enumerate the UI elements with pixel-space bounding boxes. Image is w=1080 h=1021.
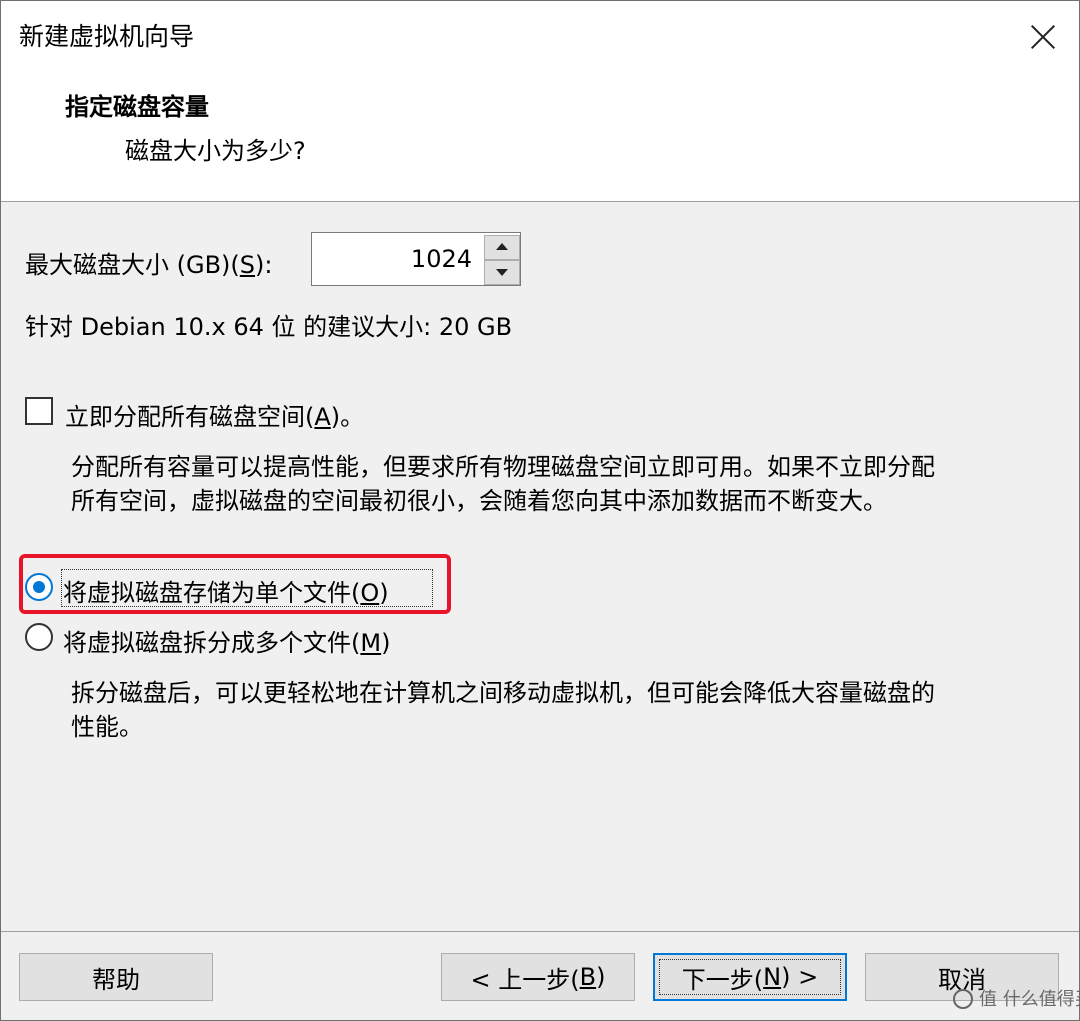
back-button-suffix: ) xyxy=(596,963,606,991)
window-title: 新建虚拟机向导 xyxy=(19,22,195,51)
next-button-accesskey: N xyxy=(763,963,782,991)
back-button[interactable]: < 上一步(B) xyxy=(441,953,635,1001)
next-button[interactable]: 下一步(N) > xyxy=(653,953,847,1001)
disk-size-label-text: 最大磁盘大小 (GB)( xyxy=(25,251,240,279)
disk-size-spinner xyxy=(311,232,521,286)
disk-size-accesskey: S xyxy=(239,251,256,279)
help-button[interactable]: 帮助 xyxy=(19,953,213,1001)
split-files-label-suffix: ) xyxy=(381,629,391,657)
footer-divider xyxy=(1,931,1079,932)
allocate-all-desc-line1: 分配所有容量可以提高性能，但要求所有物理磁盘空间立即可用。如果不立即分配 xyxy=(71,453,935,481)
close-icon[interactable] xyxy=(1021,15,1065,59)
recommended-size-text: 针对 Debian 10.x 64 位 的建议大小: 20 GB xyxy=(25,313,513,341)
split-files-label-text: 将虚拟磁盘拆分成多个文件( xyxy=(63,629,361,657)
disk-size-label-suffix: ): xyxy=(255,251,273,279)
allocate-all-accesskey: A xyxy=(314,403,331,431)
back-button-text: < 上一步( xyxy=(470,965,580,994)
spin-up-button[interactable] xyxy=(484,235,520,260)
allocate-all-label[interactable]: 立即分配所有磁盘空间(A)。 xyxy=(65,397,364,432)
allocate-all-desc-line2: 所有空间，虚拟磁盘的空间最初很小，会随着您向其中添加数据而不断变大。 xyxy=(71,487,887,515)
split-files-desc-line2: 性能。 xyxy=(71,713,143,741)
split-files-label[interactable]: 将虚拟磁盘拆分成多个文件(M) xyxy=(63,623,390,658)
split-files-desc-line1: 拆分磁盘后，可以更轻松地在计算机之间移动虚拟机，但可能会降低大容量磁盘的 xyxy=(71,679,935,707)
disk-size-label: 最大磁盘大小 (GB)(S): xyxy=(25,245,272,280)
split-files-accesskey: M xyxy=(360,629,382,657)
allocate-all-label-text: 立即分配所有磁盘空间( xyxy=(65,403,315,431)
split-files-radio[interactable] xyxy=(25,623,53,651)
disk-size-input[interactable] xyxy=(312,233,478,285)
next-button-text: 下一步( xyxy=(681,965,764,994)
allocate-all-checkbox[interactable] xyxy=(25,397,53,425)
step-title: 指定磁盘容量 xyxy=(65,93,209,121)
next-button-suffix: ) > xyxy=(781,963,819,991)
arrow-up-icon xyxy=(496,243,508,250)
highlight-annotation xyxy=(19,554,451,614)
watermark-text: 值 什么值得买 xyxy=(979,989,1080,1010)
step-subtitle: 磁盘大小为多少? xyxy=(125,137,306,165)
spin-down-button[interactable] xyxy=(484,260,520,285)
allocate-all-label-suffix: )。 xyxy=(330,403,365,431)
wizard-header: 新建虚拟机向导 指定磁盘容量 磁盘大小为多少? xyxy=(1,1,1079,202)
watermark-logo-icon xyxy=(953,989,973,1009)
back-button-accesskey: B xyxy=(579,963,597,991)
wizard-window: 新建虚拟机向导 指定磁盘容量 磁盘大小为多少? 最大磁盘大小 (GB)(S): … xyxy=(0,0,1080,1021)
arrow-down-icon xyxy=(496,269,508,276)
